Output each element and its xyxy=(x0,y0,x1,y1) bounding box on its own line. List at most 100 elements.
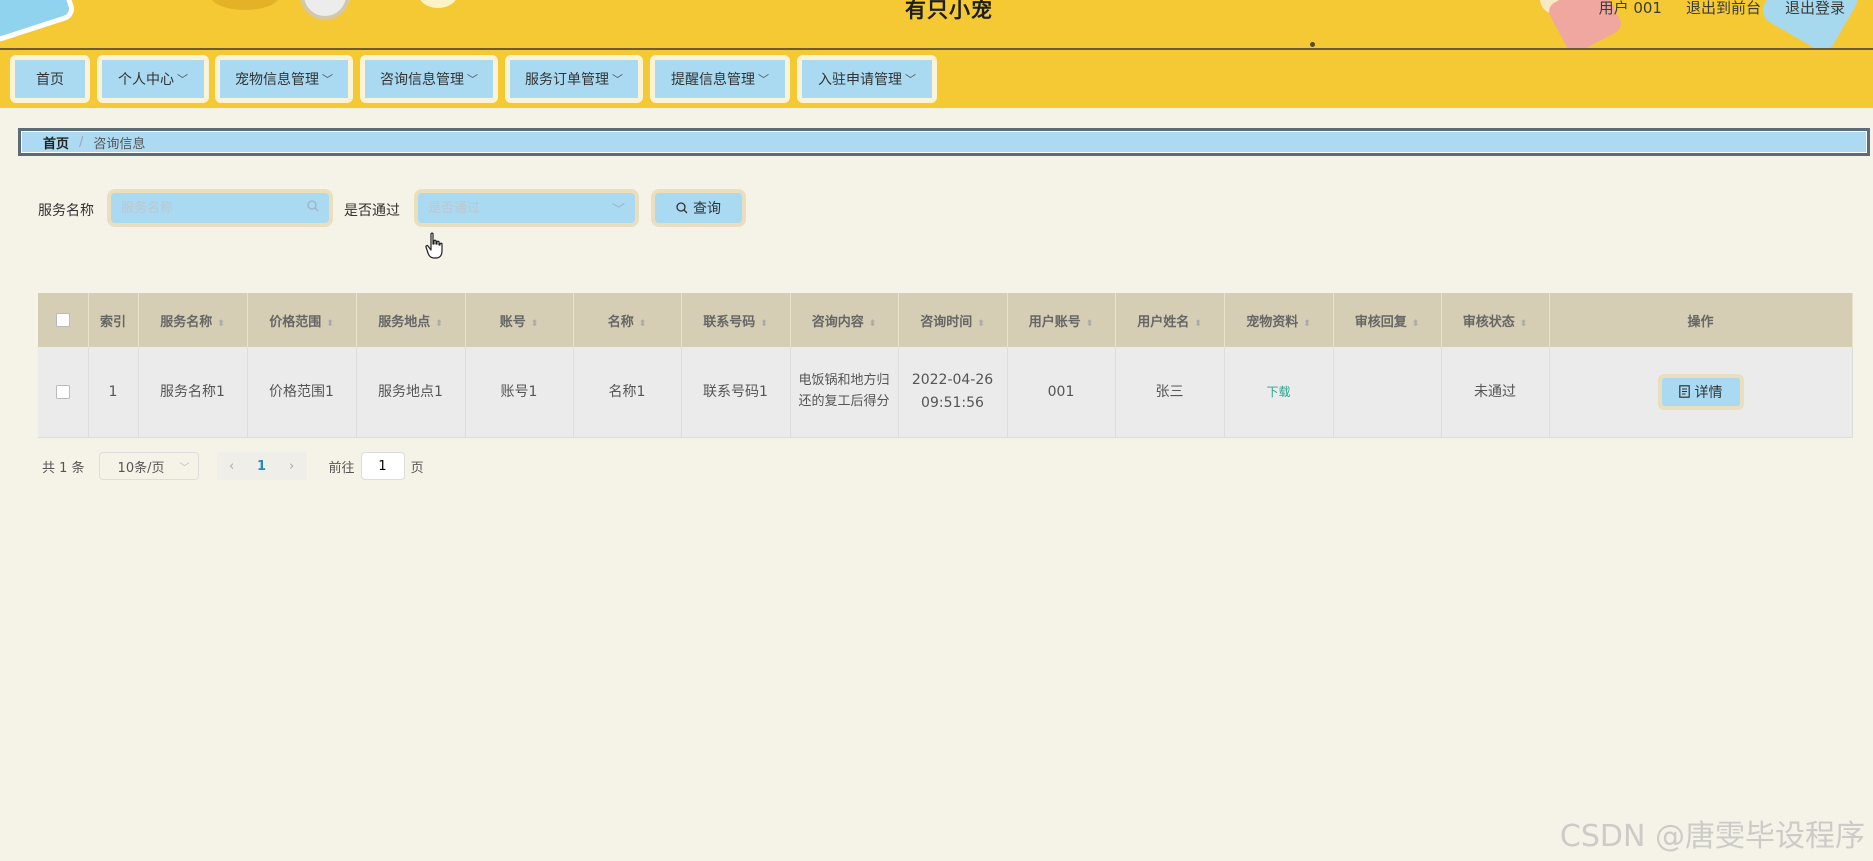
column-header: 索引 xyxy=(88,293,139,347)
total-count: 共 1 条 xyxy=(42,460,85,476)
pass-status-label: 是否通过 xyxy=(344,203,400,219)
column-header-label: 用户账号 xyxy=(1028,314,1081,330)
breadcrumb-separator: / xyxy=(79,134,84,150)
column-header-label: 账号 xyxy=(499,314,526,330)
sort-icon[interactable]: ⬍ xyxy=(326,319,334,329)
consult-clock: 09:51:56 xyxy=(921,394,984,411)
search-icon xyxy=(307,200,319,216)
sort-icon[interactable]: ⬍ xyxy=(1520,319,1528,329)
column-header: 操作 xyxy=(1549,293,1853,347)
column-header[interactable]: 审核状态 ⬍ xyxy=(1441,293,1550,347)
sort-icon[interactable]: ⬍ xyxy=(977,319,985,329)
chevron-down-icon: ﹀ xyxy=(179,462,190,474)
back-to-front-link[interactable]: 退出到前台 xyxy=(1686,0,1761,18)
chevron-down-icon: ﹀ xyxy=(467,73,478,86)
page-size-select[interactable]: 10条/页 ﹀ xyxy=(98,452,199,480)
column-header[interactable]: 宠物资料 ⬍ xyxy=(1224,293,1334,347)
column-header-label: 名称 xyxy=(607,314,634,330)
column-header[interactable]: 价格范围 ⬍ xyxy=(247,293,357,347)
breadcrumb: 首页 / 咨询信息 xyxy=(18,128,1870,156)
consult-content-text: 电饭锅和地方归还的复工后得分 xyxy=(798,372,890,409)
cell-price-range: 价格范围1 xyxy=(247,347,357,438)
row-select-cell xyxy=(38,347,89,438)
decorative-shape xyxy=(300,0,350,20)
prev-page-icon[interactable]: ‹ xyxy=(217,459,247,474)
column-header[interactable]: 服务名称 ⬍ xyxy=(138,293,248,347)
consult-date: 2022-04-26 xyxy=(911,372,994,389)
sort-icon[interactable]: ⬍ xyxy=(435,319,443,329)
column-header-label: 索引 xyxy=(99,314,126,330)
cell-review-status: 未通过 xyxy=(1441,347,1550,438)
chevron-down-icon: ﹀ xyxy=(177,73,188,86)
pass-status-select[interactable] xyxy=(428,200,612,216)
logout-link[interactable]: 退出登录 xyxy=(1785,0,1845,18)
nav-item-label: 首页 xyxy=(36,72,64,88)
table-row: 1 服务名称1 价格范围1 服务地点1 账号1 名称1 联系号码1 电饭锅和地方… xyxy=(38,347,1853,438)
service-name-field-wrap xyxy=(107,189,333,227)
query-button[interactable]: 查询 xyxy=(655,193,742,223)
site-title: 有只小宠 xyxy=(905,0,993,22)
cell-user-name: 张三 xyxy=(1115,347,1225,438)
cell-name: 名称1 xyxy=(573,347,682,438)
sort-icon[interactable]: ⬍ xyxy=(760,319,768,329)
service-name-label: 服务名称 xyxy=(38,203,94,219)
chevron-down-icon: ﹀ xyxy=(758,73,769,86)
sort-icon[interactable]: ⬍ xyxy=(217,319,225,329)
column-header-label: 服务地点 xyxy=(378,314,431,330)
column-header[interactable]: 用户账号 ⬍ xyxy=(1007,293,1116,347)
nav-item-label: 咨询信息管理 xyxy=(380,72,464,88)
cell-phone: 联系号码1 xyxy=(681,347,791,438)
column-header[interactable]: 审核回复 ⬍ xyxy=(1333,293,1442,347)
nav-item-label: 个人中心 xyxy=(118,72,174,88)
column-header-label: 宠物资料 xyxy=(1246,314,1299,330)
nav-item-service-order[interactable]: 服务订单管理 ﹀ xyxy=(505,55,643,103)
cell-service-name: 服务名称1 xyxy=(138,347,248,438)
sort-icon[interactable]: ⬍ xyxy=(639,319,647,329)
column-header[interactable]: 咨询内容 ⬍ xyxy=(790,293,899,347)
nav-item-reminder-info[interactable]: 提醒信息管理 ﹀ xyxy=(650,55,790,103)
goto-page-input[interactable] xyxy=(360,452,405,480)
nav-item-pet-info[interactable]: 宠物信息管理 ﹀ xyxy=(215,55,353,103)
hand-cursor-icon xyxy=(425,232,443,259)
row-checkbox[interactable] xyxy=(55,384,70,399)
sort-icon[interactable]: ⬍ xyxy=(1194,319,1202,329)
decorative-shape xyxy=(0,0,78,45)
page-number[interactable]: 1 xyxy=(247,459,277,474)
cell-actions: 详情 xyxy=(1549,347,1853,438)
cell-review-reply xyxy=(1333,347,1442,438)
query-button-wrap: 查询 xyxy=(651,189,746,227)
column-header[interactable]: 账号 ⬍ xyxy=(465,293,574,347)
detail-button[interactable]: 详情 xyxy=(1661,377,1740,406)
column-header[interactable]: 名称 ⬍ xyxy=(573,293,682,347)
column-header[interactable]: 联系号码 ⬍ xyxy=(681,293,791,347)
cell-user-account: 001 xyxy=(1007,347,1116,438)
nav-item-label: 宠物信息管理 xyxy=(235,72,319,88)
nav-item-home[interactable]: 首页 xyxy=(10,55,90,103)
column-header[interactable]: 咨询时间 ⬍ xyxy=(898,293,1008,347)
column-header[interactable]: 服务地点 ⬍ xyxy=(356,293,466,347)
next-page-icon[interactable]: › xyxy=(277,459,307,474)
service-name-input[interactable] xyxy=(121,200,307,216)
sort-icon[interactable]: ⬍ xyxy=(1412,319,1420,329)
cell-account: 账号1 xyxy=(465,347,574,438)
table-header-row: 索引 服务名称 ⬍ 价格范围 ⬍ 服务地点 ⬍ 账号 ⬍ 名称 ⬍ 联系号码 ⬍ 咨询内容 ⬍… xyxy=(38,293,1853,347)
sort-icon[interactable]: ⬍ xyxy=(531,319,539,329)
top-header: 有只小宠 用户 001 退出到前台 退出登录 xyxy=(0,0,1873,50)
cell-index: 1 xyxy=(88,347,139,438)
select-all-checkbox[interactable] xyxy=(55,313,70,327)
select-all-cell xyxy=(38,293,89,347)
pass-status-select-wrap: ﹀ xyxy=(414,189,639,227)
nav-item-personal-center[interactable]: 个人中心 ﹀ xyxy=(97,55,209,103)
column-header-label: 价格范围 xyxy=(269,314,322,330)
nav-item-settle-apply[interactable]: 入驻申请管理 ﹀ xyxy=(797,55,937,103)
breadcrumb-home[interactable]: 首页 xyxy=(43,133,69,152)
page-nav: ‹ 1 › xyxy=(216,452,307,480)
sort-icon[interactable]: ⬍ xyxy=(869,319,877,329)
download-link[interactable]: 下载 xyxy=(1266,385,1290,399)
sort-icon[interactable]: ⬍ xyxy=(1086,319,1094,329)
cell-time: 2022-04-26 09:51:56 xyxy=(898,347,1008,438)
column-header[interactable]: 用户姓名 ⬍ xyxy=(1115,293,1225,347)
sort-icon[interactable]: ⬍ xyxy=(1303,319,1311,329)
pagination: 共 1 条 10条/页 ﹀ ‹ 1 › 前往 页 xyxy=(42,452,424,480)
nav-item-consult-info[interactable]: 咨询信息管理 ﹀ xyxy=(360,55,498,103)
